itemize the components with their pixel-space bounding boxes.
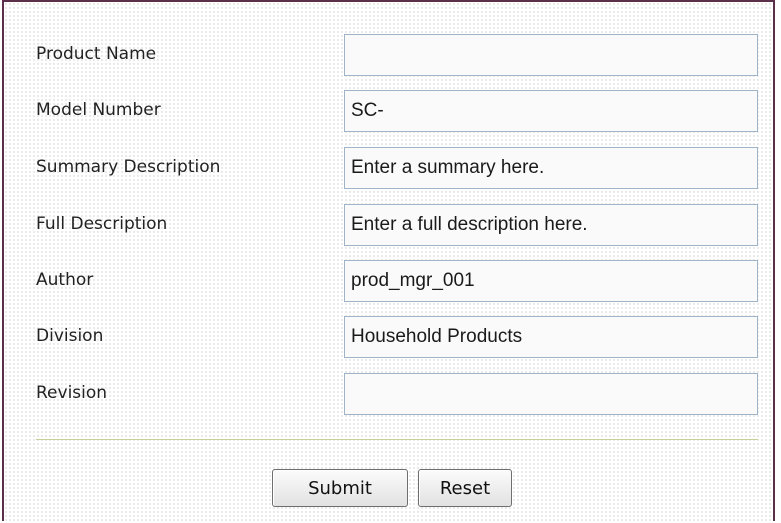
revision-label: Revision xyxy=(36,383,108,403)
model-number-label: Model Number xyxy=(36,100,161,120)
product-name-input[interactable] xyxy=(344,34,758,76)
field-row-author: Author xyxy=(4,260,773,304)
submit-button[interactable]: Submit xyxy=(272,469,408,507)
revision-input[interactable] xyxy=(344,373,758,415)
product-form-panel: Product Name Model Number Summary Descri… xyxy=(2,0,775,521)
product-name-label: Product Name xyxy=(36,44,157,64)
field-row-model-number: Model Number xyxy=(4,90,773,134)
field-row-summary-description: Summary Description xyxy=(4,147,773,191)
author-label: Author xyxy=(36,270,94,290)
summary-description-input[interactable] xyxy=(344,147,758,189)
model-number-input[interactable] xyxy=(344,90,758,132)
full-description-label: Full Description xyxy=(36,214,168,234)
field-row-full-description: Full Description xyxy=(4,204,773,248)
reset-button[interactable]: Reset xyxy=(418,469,512,507)
full-description-input[interactable] xyxy=(344,204,758,246)
field-row-division: Division xyxy=(4,316,773,360)
field-row-product-name: Product Name xyxy=(4,34,773,78)
division-label: Division xyxy=(36,326,104,346)
division-input[interactable] xyxy=(344,316,758,358)
form-divider xyxy=(36,439,758,440)
field-row-revision: Revision xyxy=(4,373,773,417)
author-input[interactable] xyxy=(344,260,758,302)
summary-description-label: Summary Description xyxy=(36,157,221,177)
